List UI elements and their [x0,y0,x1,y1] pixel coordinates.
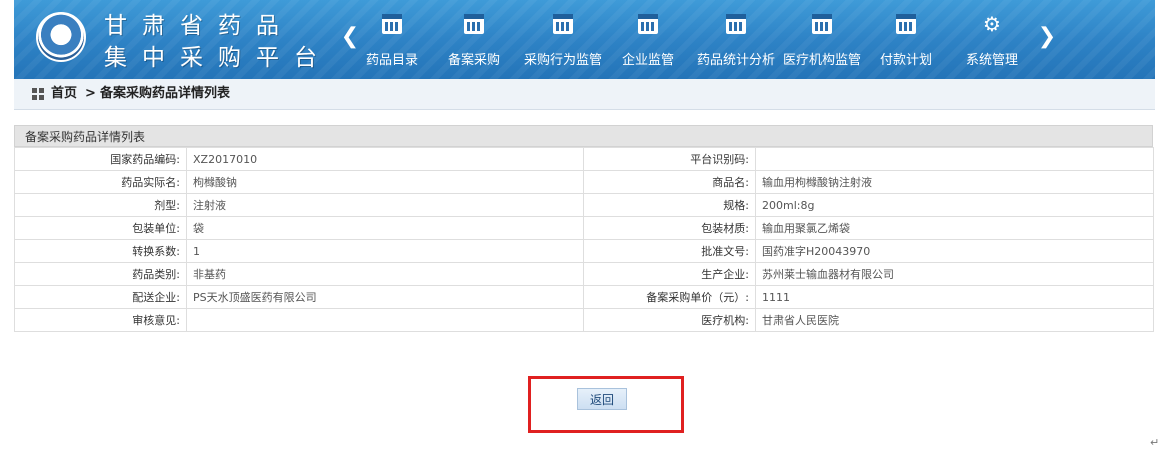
logo-title-line1: 甘肃省药品 [104,13,294,39]
nav-prev-arrow-icon[interactable]: ❮ [339,22,361,52]
field-label: 包装单位: [14,216,187,240]
nav-label: 付款计划 [879,53,932,68]
calendar-icon [382,14,402,34]
nav-label: 备案采购 [447,53,500,68]
calendar-icon [553,14,573,34]
nav-item-filing-purchase[interactable]: 备案采购 [446,14,502,72]
nav-item-purchase-supervision[interactable]: 采购行为监管 [520,14,606,72]
nav-item-hospital-supervision[interactable]: 医疗机构监管 [780,14,864,72]
field-value: 输血用聚氯乙烯袋 [755,216,1154,240]
field-value: 1 [186,239,584,263]
paragraph-mark: ↵ [1150,436,1160,449]
calendar-icon [638,14,658,34]
field-value: 枸橼酸钠 [186,170,584,194]
field-label: 医疗机构: [583,308,756,332]
field-label: 包装材质: [583,216,756,240]
detail-table: 国家药品编码: XZ2017010 平台识别码: 药品实际名: 枸橼酸钠 商品名: 输血用枸… [14,147,1154,332]
table-row: 配送企业: PS天水顶盛医药有限公司 备案采购单价（元）: 1111 [14,285,1154,309]
table-row: 包装单位: 袋包装材质: 输血用聚氯乙烯袋 [14,216,1154,240]
nav-label: 药品统计分析 [696,53,775,68]
field-label: 审核意见: [14,308,187,332]
field-label: 药品类别: [14,262,187,286]
calendar-icon [896,14,916,34]
emblem-logo [36,12,86,62]
table-row: 药品类别: 非基药 生产企业: 苏州莱士输血器材有限公司 [14,262,1154,286]
field-label: 规格: [583,193,756,217]
table-row: 剂型: 注射液 规格: 200ml:8g [14,193,1154,217]
field-label: 转换系数: [14,239,187,263]
nav-next-arrow-icon[interactable]: ❯ [1036,22,1058,52]
calendar-icon [812,14,832,34]
field-label: 配送企业: [14,285,187,309]
table-row: 药品实际名: 枸橼酸钠 商品名: 输血用枸橼酸钠注射液 [14,170,1154,194]
field-value: 袋 [186,216,584,240]
nav-label: 药品目录 [365,53,418,68]
grid-icon [32,88,44,100]
field-label: 批准文号: [583,239,756,263]
logo-title-line2: 集中采购平台 [104,45,332,71]
panel-title: 备案采购药品详情列表 [14,125,1153,147]
table-row: 国家药品编码: XZ2017010 平台识别码: [14,147,1154,171]
table-row: 转换系数: 1 批准文号: 国药准字H20043970 [14,239,1154,263]
field-label: 剂型: [14,193,187,217]
field-value: 国药准字H20043970 [755,239,1154,263]
field-label: 平台识别码: [583,147,756,171]
return-button[interactable]: 返回 [577,388,627,410]
field-value: 注射液 [186,193,584,217]
nav-label: 企业监管 [621,53,674,68]
field-value: 非基药 [186,262,584,286]
field-value: XZ2017010 [186,147,584,171]
field-label: 生产企业: [583,262,756,286]
field-value: PS天水顶盛医药有限公司 [186,285,584,309]
field-value [755,147,1154,171]
calendar-icon [464,14,484,34]
breadcrumb: 首页 > 备案采购药品详情列表 [14,79,1155,110]
field-value [186,308,584,332]
nav-label: 医疗机构监管 [782,53,861,68]
gear-icon: ⚙ [983,12,1001,36]
field-value: 甘肃省人民医院 [755,308,1154,332]
nav-item-payment-plan[interactable]: 付款计划 [878,14,934,72]
breadcrumb-separator: > [85,86,96,101]
breadcrumb-home-link[interactable]: 首页 [51,79,77,109]
table-row: 审核意见: 医疗机构: 甘肃省人民医院 [14,308,1154,332]
nav-item-drug-catalog[interactable]: 药品目录 [364,14,420,72]
calendar-icon [726,14,746,34]
field-label: 商品名: [583,170,756,194]
nav-label: 系统管理 [965,53,1018,68]
nav-item-enterprise-supervision[interactable]: 企业监管 [620,14,676,72]
field-value: 1111 [755,285,1154,309]
breadcrumb-current: 备案采购药品详情列表 [100,86,231,101]
field-value: 200ml:8g [755,193,1154,217]
nav-item-drug-statistics[interactable]: 药品统计分析 [694,14,778,72]
nav-item-system-management[interactable]: ⚙ 系统管理 [964,14,1020,72]
field-label: 国家药品编码: [14,147,187,171]
nav-label: 采购行为监管 [523,53,602,68]
field-label: 备案采购单价（元）: [583,285,756,309]
field-label: 药品实际名: [14,170,187,194]
field-value: 输血用枸橼酸钠注射液 [755,170,1154,194]
top-header: 甘肃省药品 集中采购平台 ❮ 药品目录 备案采购 采购行为监管 企业监管 药品统… [14,0,1155,79]
field-value: 苏州莱士输血器材有限公司 [755,262,1154,286]
